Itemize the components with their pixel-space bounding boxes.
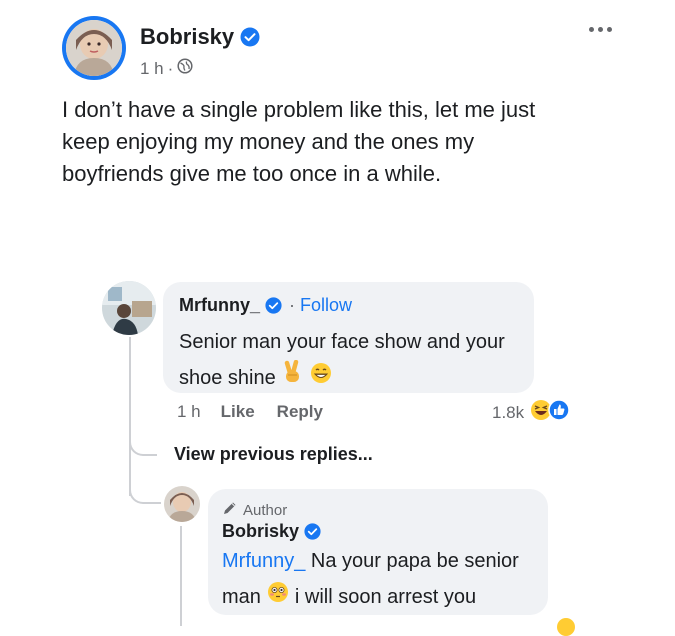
- reply-author-name[interactable]: Bobrisky: [222, 521, 299, 542]
- reaction-summary[interactable]: 1.8k: [492, 399, 570, 426]
- reaction-count: 1.8k: [492, 402, 525, 422]
- verified-badge-icon: [240, 27, 260, 47]
- post-time-separator: ·: [167, 58, 174, 78]
- reply-bubble: Author Bobrisky Mrfunny_ Na your papa be…: [208, 489, 548, 615]
- avatar-image: [66, 20, 122, 76]
- thread-connector-curve: [129, 478, 161, 504]
- author-badge-label: Author: [243, 501, 288, 519]
- reply-button[interactable]: Reply: [277, 402, 323, 422]
- mention-link[interactable]: Mrfunny_: [222, 550, 305, 572]
- grinning-face-emoji-icon: [310, 360, 332, 396]
- post-text-line: keep enjoying my money and the ones my: [62, 129, 475, 154]
- post-text-line: boyfriends give me too once in a while.: [62, 161, 442, 186]
- reply-text-segment: i will soon arrest you: [294, 586, 477, 608]
- comment-author-name[interactable]: Mrfunny_: [179, 295, 260, 316]
- comment-bubble: Mrfunny_ · Follow Senior man your face s…: [163, 282, 534, 393]
- follow-button[interactable]: Follow: [300, 295, 352, 316]
- post-time[interactable]: 1 h: [140, 59, 164, 79]
- view-previous-replies-link[interactable]: View previous replies...: [174, 444, 373, 465]
- post-text-line: I don’t have a single problem like this,…: [62, 97, 536, 122]
- flushed-face-emoji-icon: [267, 579, 289, 615]
- pen-icon: [222, 500, 238, 520]
- post-text: I don’t have a single problem like this,…: [62, 94, 535, 190]
- verified-badge-icon: [265, 297, 282, 314]
- commenter-avatar[interactable]: [102, 281, 156, 335]
- comment-text-line: shoe shine: [179, 367, 276, 389]
- verified-badge-icon: [304, 523, 321, 540]
- post-author-name[interactable]: Bobrisky: [140, 24, 234, 50]
- thread-connector-curve: [129, 432, 157, 456]
- victory-hand-emoji-icon: [282, 359, 304, 396]
- globe-icon: [177, 58, 193, 79]
- like-button[interactable]: Like: [221, 402, 255, 422]
- more-options-icon[interactable]: [589, 27, 612, 32]
- comment-time[interactable]: 1 h: [177, 402, 201, 422]
- post-author-avatar[interactable]: [62, 16, 126, 80]
- comment-text-line: Senior man your face show and your: [179, 331, 505, 353]
- follow-separator: ·: [289, 295, 295, 315]
- reply-connector-line: [180, 526, 182, 626]
- next-row-reaction-icon: [557, 618, 575, 636]
- reply-text-segment: Na your papa be senior: [305, 550, 519, 572]
- like-reaction-icon: [548, 399, 570, 426]
- reply-author-avatar[interactable]: [164, 486, 200, 522]
- reply-text-segment: man: [222, 586, 261, 608]
